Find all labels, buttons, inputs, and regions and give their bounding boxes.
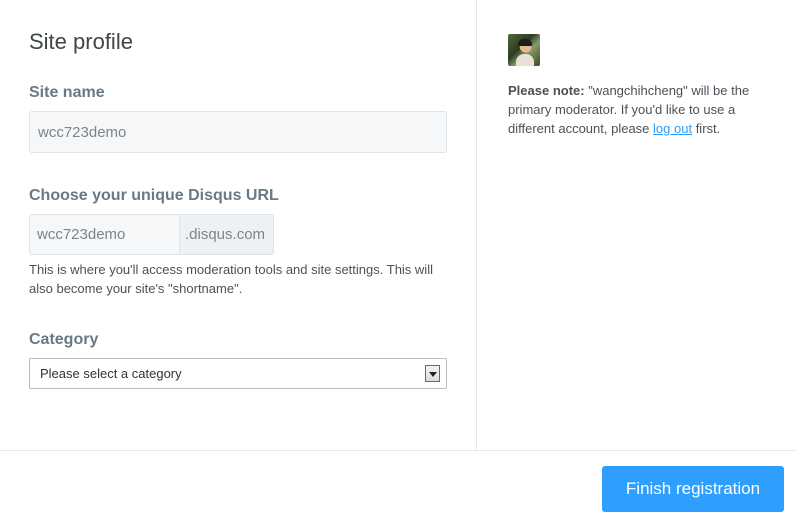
url-input-group: .disqus.com [29, 214, 274, 255]
url-help-text: This is where you'll access moderation t… [29, 262, 433, 296]
disqus-url-label: Choose your unique Disqus URL [29, 187, 279, 204]
avatar-shirt [516, 54, 534, 66]
site-name-label: Site name [29, 84, 105, 101]
form-column: Site profile Site name Choose your uniqu… [0, 0, 477, 450]
category-select[interactable]: Please select a category [29, 358, 447, 389]
category-selected-value: Please select a category [40, 366, 182, 381]
avatar-hair [518, 39, 532, 46]
note-bold: Please note: [508, 83, 585, 98]
url-suffix: .disqus.com [179, 214, 274, 255]
disqus-url-input[interactable] [29, 214, 179, 255]
note-end: first. [692, 121, 721, 136]
moderator-note: Please note: "wangchihcheng" will be the… [508, 81, 768, 138]
footer: Finish registration [0, 450, 797, 523]
finish-registration-button[interactable]: Finish registration [602, 466, 784, 512]
page: Site profile Site name Choose your uniqu… [0, 0, 797, 523]
user-avatar-icon [508, 34, 540, 66]
page-title: Site profile [29, 29, 133, 54]
category-label: Category [29, 331, 99, 348]
sidebar: Please note: "wangchihcheng" will be the… [478, 0, 797, 450]
logout-link[interactable]: log out [653, 121, 692, 136]
dropdown-arrow-icon[interactable] [425, 365, 440, 382]
site-name-input[interactable] [29, 111, 447, 153]
